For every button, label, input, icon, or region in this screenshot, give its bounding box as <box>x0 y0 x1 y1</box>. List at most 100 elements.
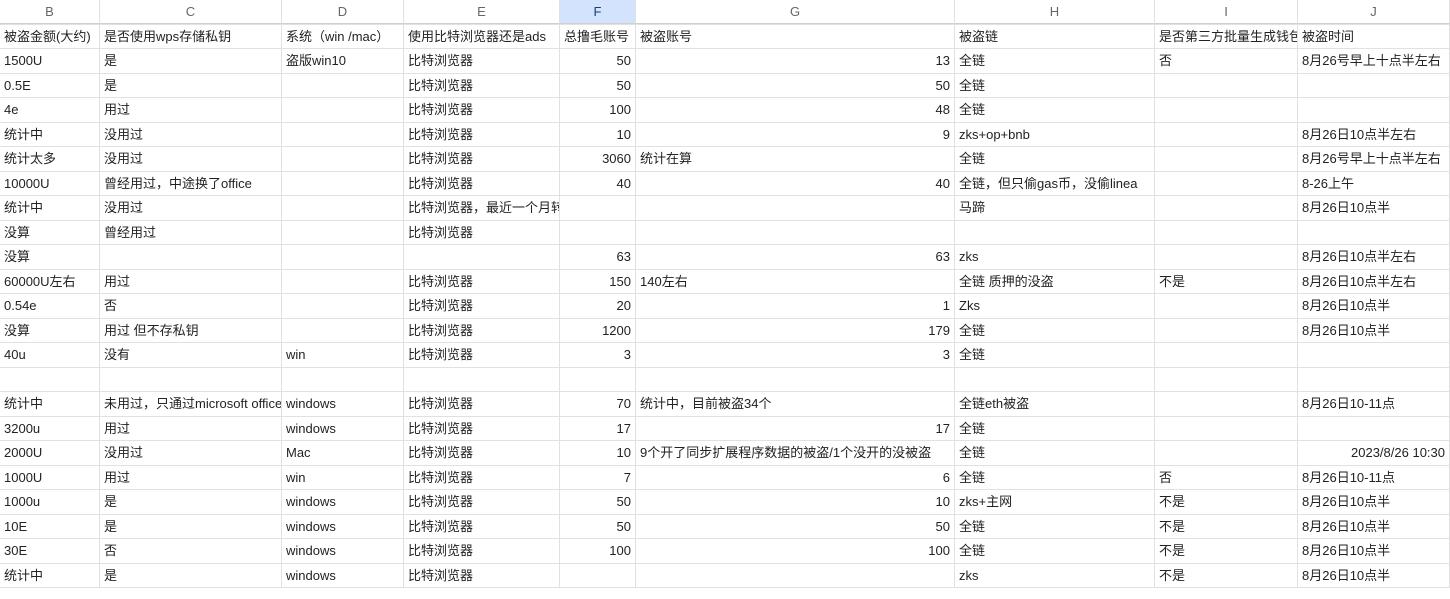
header-cell-C[interactable]: 是否使用wps存储私钥 <box>100 25 282 49</box>
cell-D[interactable] <box>282 319 404 343</box>
cell-D[interactable] <box>282 368 404 392</box>
cell-G[interactable]: 40 <box>636 172 955 196</box>
cell-B[interactable]: 10E <box>0 515 100 539</box>
cell-E[interactable]: 比特浏览器 <box>404 147 560 171</box>
cell-G[interactable]: 50 <box>636 74 955 98</box>
cell-H[interactable]: 全链 <box>955 98 1155 122</box>
cell-I[interactable] <box>1155 98 1298 122</box>
cell-G[interactable]: 48 <box>636 98 955 122</box>
cell-H[interactable]: 全链 <box>955 441 1155 465</box>
cell-E[interactable]: 比特浏览器 <box>404 319 560 343</box>
cell-J[interactable] <box>1298 368 1450 392</box>
cell-E[interactable]: 比特浏览器 <box>404 466 560 490</box>
cell-G[interactable]: 179 <box>636 319 955 343</box>
cell-G[interactable]: 统计在算 <box>636 147 955 171</box>
cell-D[interactable]: windows <box>282 417 404 441</box>
cell-E[interactable]: 比特浏览器 <box>404 392 560 416</box>
cell-D[interactable] <box>282 98 404 122</box>
cell-I[interactable] <box>1155 196 1298 220</box>
header-cell-E[interactable]: 使用比特浏览器还是ads <box>404 25 560 49</box>
cell-E[interactable]: 比特浏览器 <box>404 221 560 245</box>
cell-J[interactable]: 8月26日10点半 <box>1298 294 1450 318</box>
cell-C[interactable]: 未用过，只通过microsoft office <box>100 392 282 416</box>
cell-J[interactable]: 2023/8/26 10:30 <box>1298 441 1450 465</box>
cell-F[interactable] <box>560 221 636 245</box>
cell-I[interactable]: 不是 <box>1155 539 1298 563</box>
cell-C[interactable]: 用过 <box>100 417 282 441</box>
cell-B[interactable]: 60000U左右 <box>0 270 100 294</box>
cell-J[interactable]: 8月26日10-11点 <box>1298 466 1450 490</box>
cell-J[interactable]: 8月26日10点半 <box>1298 539 1450 563</box>
cell-C[interactable]: 用过 <box>100 270 282 294</box>
cell-H[interactable]: 全链，但只偷gas币，没偷linea <box>955 172 1155 196</box>
cell-H[interactable]: zks <box>955 564 1155 588</box>
cell-B[interactable]: 统计中 <box>0 196 100 220</box>
cell-I[interactable] <box>1155 245 1298 269</box>
cell-F[interactable]: 50 <box>560 515 636 539</box>
cell-E[interactable]: 比特浏览器 <box>404 490 560 514</box>
cell-H[interactable]: 全链 <box>955 49 1155 73</box>
cell-I[interactable] <box>1155 392 1298 416</box>
cell-I[interactable]: 不是 <box>1155 564 1298 588</box>
cell-H[interactable]: 全链 <box>955 343 1155 367</box>
cell-C[interactable]: 用过 但不存私钥 <box>100 319 282 343</box>
cell-G[interactable]: 13 <box>636 49 955 73</box>
cell-J[interactable]: 8月26日10点半 <box>1298 196 1450 220</box>
cell-C[interactable]: 没用过 <box>100 123 282 147</box>
cell-J[interactable]: 8月26日10点半 <box>1298 490 1450 514</box>
cell-C[interactable]: 没用过 <box>100 441 282 465</box>
cell-D[interactable] <box>282 172 404 196</box>
cell-B[interactable]: 没算 <box>0 319 100 343</box>
cell-H[interactable] <box>955 221 1155 245</box>
cell-C[interactable]: 否 <box>100 539 282 563</box>
cell-D[interactable]: windows <box>282 539 404 563</box>
cell-B[interactable] <box>0 368 100 392</box>
cell-H[interactable]: Zks <box>955 294 1155 318</box>
cell-E[interactable]: 比特浏览器 <box>404 98 560 122</box>
cell-C[interactable]: 用过 <box>100 98 282 122</box>
cell-F[interactable]: 10 <box>560 441 636 465</box>
cell-C[interactable] <box>100 368 282 392</box>
cell-B[interactable]: 30E <box>0 539 100 563</box>
cell-D[interactable]: 盗版win10 <box>282 49 404 73</box>
cell-F[interactable] <box>560 368 636 392</box>
cell-F[interactable]: 50 <box>560 490 636 514</box>
cell-G[interactable]: 1 <box>636 294 955 318</box>
cell-H[interactable]: zks <box>955 245 1155 269</box>
cell-C[interactable]: 是 <box>100 564 282 588</box>
cell-I[interactable]: 不是 <box>1155 270 1298 294</box>
cell-G[interactable]: 10 <box>636 490 955 514</box>
cell-G[interactable]: 50 <box>636 515 955 539</box>
cell-I[interactable] <box>1155 147 1298 171</box>
cell-H[interactable]: 全链 <box>955 319 1155 343</box>
cell-H[interactable]: 全链 <box>955 147 1155 171</box>
cell-H[interactable]: 全链 质押的没盗 <box>955 270 1155 294</box>
cell-I[interactable]: 否 <box>1155 466 1298 490</box>
cell-J[interactable]: 8月26日10点半 <box>1298 319 1450 343</box>
cell-D[interactable] <box>282 196 404 220</box>
cell-D[interactable] <box>282 221 404 245</box>
cell-B[interactable]: 0.5E <box>0 74 100 98</box>
column-header-H[interactable]: H <box>955 0 1155 24</box>
cell-B[interactable]: 统计中 <box>0 564 100 588</box>
cell-H[interactable]: 马蹄 <box>955 196 1155 220</box>
cell-I[interactable] <box>1155 221 1298 245</box>
cell-B[interactable]: 0.54e <box>0 294 100 318</box>
cell-D[interactable] <box>282 270 404 294</box>
cell-G[interactable] <box>636 221 955 245</box>
cell-J[interactable]: 8月26日10点半 <box>1298 515 1450 539</box>
cell-B[interactable]: 3200u <box>0 417 100 441</box>
cell-F[interactable]: 63 <box>560 245 636 269</box>
cell-E[interactable]: 比特浏览器 <box>404 74 560 98</box>
cell-E[interactable]: 比特浏览器 <box>404 172 560 196</box>
cell-J[interactable]: 8月26号早上十点半左右 <box>1298 49 1450 73</box>
cell-J[interactable]: 8月26日10点半左右 <box>1298 245 1450 269</box>
cell-C[interactable]: 没有 <box>100 343 282 367</box>
cell-G[interactable]: 100 <box>636 539 955 563</box>
cell-F[interactable]: 3060 <box>560 147 636 171</box>
header-cell-J[interactable]: 被盗时间 <box>1298 25 1450 49</box>
cell-G[interactable]: 9个开了同步扩展程序数据的被盗/1个没开的没被盗 <box>636 441 955 465</box>
cell-G[interactable] <box>636 368 955 392</box>
column-header-C[interactable]: C <box>100 0 282 24</box>
cell-F[interactable]: 50 <box>560 74 636 98</box>
